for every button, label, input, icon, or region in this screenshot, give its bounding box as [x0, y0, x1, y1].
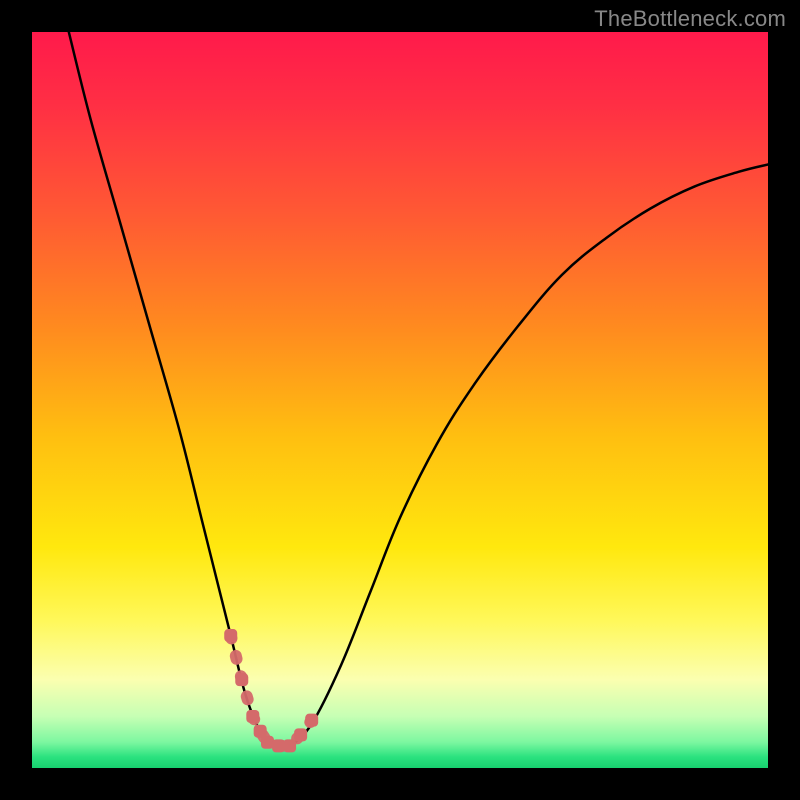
highlight-marker: [294, 728, 307, 741]
bottleneck-chart: [32, 32, 768, 768]
highlight-marker: [283, 739, 296, 752]
highlight-marker: [235, 673, 248, 686]
gradient-background: [32, 32, 768, 768]
highlight-marker: [246, 710, 259, 723]
chart-frame: [32, 32, 768, 768]
highlight-marker: [254, 725, 267, 738]
watermark-text: TheBottleneck.com: [594, 6, 786, 32]
highlight-marker: [224, 629, 237, 642]
highlight-marker: [305, 714, 318, 727]
